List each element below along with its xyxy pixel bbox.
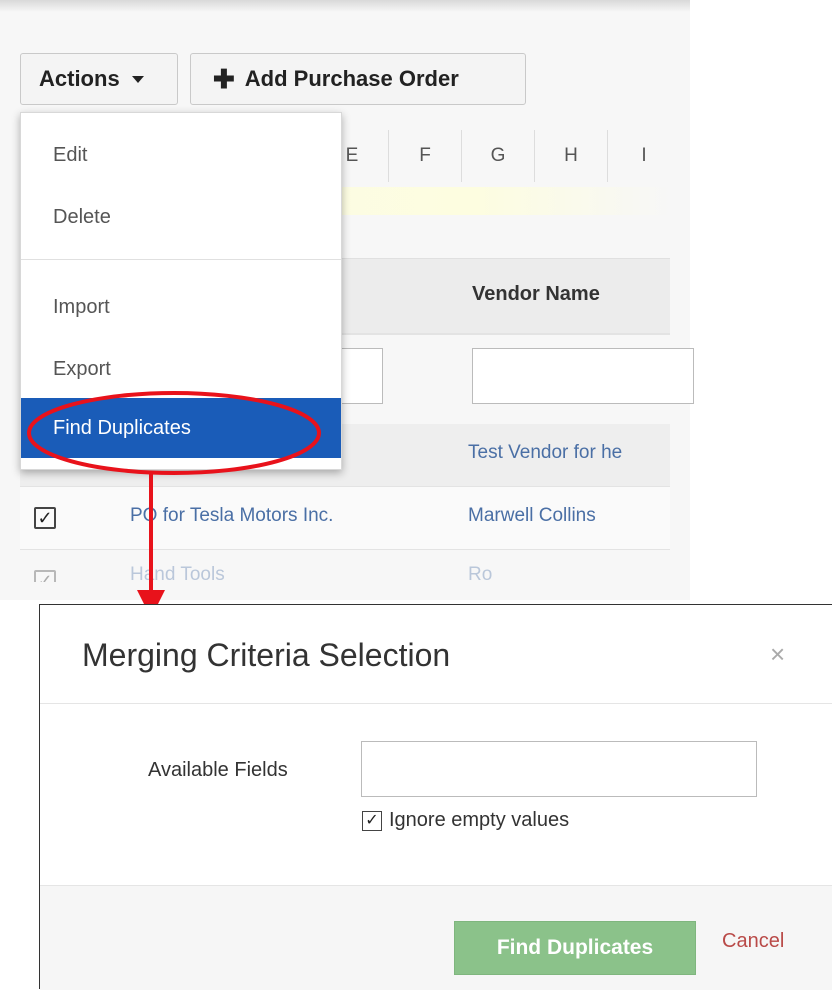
find-duplicates-button[interactable]: Find Duplicates (454, 921, 696, 975)
menu-item-edit[interactable]: Edit (21, 129, 341, 181)
top-shadow (0, 0, 690, 12)
menu-divider (21, 259, 341, 260)
alphabet-filter: E F G H I (315, 130, 680, 182)
subject-link[interactable]: Hand Tools (130, 564, 225, 582)
menu-item-delete[interactable]: Delete (21, 191, 341, 243)
menu-item-export[interactable]: Export (21, 343, 341, 395)
alpha-letter[interactable]: G (461, 130, 534, 182)
vendor-link[interactable]: Test Vendor for he (468, 442, 622, 464)
actions-button[interactable]: Actions (20, 53, 178, 105)
vendor-link[interactable]: Ro (468, 564, 492, 582)
add-purchase-order-button[interactable]: ✚ Add Purchase Order (190, 53, 526, 105)
cancel-link[interactable]: Cancel (722, 930, 784, 953)
dialog-footer (40, 885, 832, 990)
available-fields-label: Available Fields (148, 759, 288, 781)
table-row[interactable]: ✓ PO for Tesla Motors Inc. Marwell Colli… (20, 487, 670, 550)
menu-item-import[interactable]: Import (21, 281, 341, 333)
vendor-filter-input[interactable] (472, 348, 694, 404)
subject-link[interactable]: PO for Tesla Motors Inc. (130, 505, 333, 527)
close-icon[interactable]: × (770, 639, 785, 670)
alpha-letter[interactable]: F (388, 130, 461, 182)
caret-down-icon (131, 75, 144, 83)
alpha-letter[interactable]: I (607, 130, 680, 182)
row-checkbox[interactable]: ✓ (34, 507, 56, 529)
add-purchase-order-label: Add Purchase Order (244, 66, 459, 91)
table-row[interactable]: ✓ Hand Tools Ro (20, 552, 670, 582)
dialog-divider (40, 703, 832, 704)
vendor-link[interactable]: Marwell Collins (468, 505, 596, 527)
menu-item-find-duplicates[interactable]: Find Duplicates (21, 398, 341, 458)
dialog-title: Merging Criteria Selection (82, 637, 451, 673)
plus-icon: ✚ (213, 64, 235, 94)
actions-dropdown-menu: Edit Delete Import Export Find Duplicate… (20, 112, 342, 470)
merging-criteria-dialog: Merging Criteria Selection × Available F… (39, 604, 832, 990)
actions-button-label: Actions (39, 66, 120, 91)
alpha-letter[interactable]: H (534, 130, 607, 182)
ignore-empty-checkbox[interactable]: ✓ (362, 811, 382, 831)
ignore-empty-label[interactable]: Ignore empty values (389, 809, 569, 832)
row-checkbox[interactable]: ✓ (34, 570, 56, 582)
available-fields-select[interactable] (361, 741, 757, 797)
vendor-name-header[interactable]: Vendor Name (472, 283, 600, 306)
